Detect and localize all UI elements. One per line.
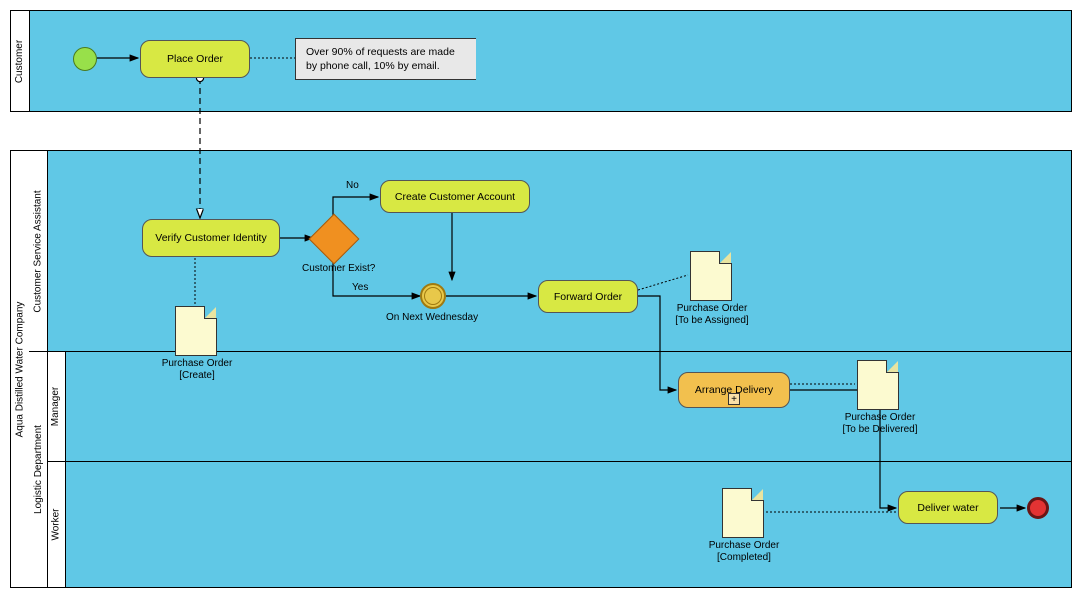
annotation: Over 90% of requests are made by phone c… (295, 38, 476, 80)
task-place-order[interactable]: Place Order (140, 40, 250, 78)
start-event[interactable] (73, 47, 97, 71)
task-forward[interactable]: Forward Order (538, 280, 638, 313)
customer-pool-label: Customer (11, 11, 30, 111)
timer-label: On Next Wednesday (386, 312, 478, 323)
doc-create-label: Purchase Order[Create] (158, 358, 236, 382)
doc-completed-label: Purchase Order[Completed] (700, 540, 788, 564)
lane-csa: Customer Service Assistant (29, 151, 48, 351)
doc-create[interactable] (175, 306, 217, 356)
end-event[interactable] (1027, 497, 1049, 519)
doc-delivered-label: Purchase Order[To be Delivered] (832, 412, 928, 436)
task-deliver[interactable]: Deliver water (898, 491, 998, 524)
flow-yes-label: Yes (352, 282, 368, 293)
doc-completed[interactable] (722, 488, 764, 538)
company-pool-label: Aqua Distilled Water Company (11, 151, 30, 587)
subprocess-marker-icon: + (728, 393, 740, 405)
task-arrange[interactable]: Arrange Delivery + (678, 372, 790, 408)
lane-manager: Manager (47, 351, 66, 461)
doc-assigned-label: Purchase Order[To be Assigned] (666, 303, 758, 327)
task-verify[interactable]: Verify Customer Identity (142, 219, 280, 257)
doc-assigned[interactable] (690, 251, 732, 301)
doc-delivered[interactable] (857, 360, 899, 410)
lane-logistic: Logistic Department (29, 351, 48, 587)
lane-worker: Worker (47, 461, 66, 587)
task-create-account[interactable]: Create Customer Account (380, 180, 530, 213)
flow-no-label: No (346, 180, 359, 191)
gateway-label: Customer Exist? (302, 263, 375, 274)
timer-event[interactable] (420, 283, 446, 309)
